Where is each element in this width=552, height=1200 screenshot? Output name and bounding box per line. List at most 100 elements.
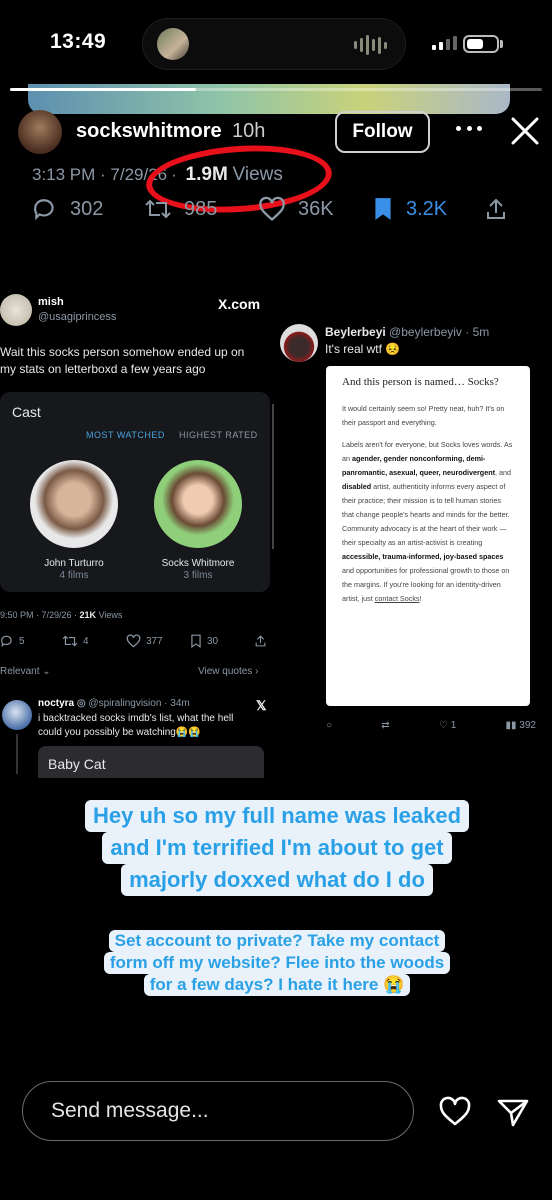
share-action[interactable]	[484, 196, 508, 222]
story-time-ago: 10h	[232, 120, 266, 142]
tweet-author: Beylerbeyi @beylerbeyiv · 5m	[325, 325, 489, 339]
tweet-author-name: mish	[38, 296, 64, 308]
tab-most-watched: MOST WATCHED	[86, 430, 165, 440]
caption-line: and I'm terrified I'm about to get	[102, 832, 452, 864]
divider	[272, 404, 274, 549]
heart-icon	[259, 196, 285, 222]
website-screenshot: And this person is named… Socks? It woul…	[326, 366, 530, 706]
sort-relevant: Relevant ⌄	[0, 666, 51, 677]
views-label: Views	[96, 610, 123, 620]
avatar	[0, 294, 32, 326]
more-options-icon[interactable]	[456, 118, 482, 138]
cast-films: 4 films	[59, 570, 89, 581]
doc-title: And this person is named… Socks?	[342, 376, 499, 388]
heart-icon[interactable]	[438, 1096, 472, 1128]
avatar	[280, 324, 318, 362]
doc-text: artist, authenticity informs every aspec…	[342, 482, 510, 547]
bookmark-action[interactable]: 3.2K	[372, 196, 447, 222]
reply-count: 302	[70, 197, 104, 220]
close-icon[interactable]	[508, 114, 542, 148]
repost-icon: ⇄	[381, 720, 390, 731]
stat-value: 4	[83, 635, 89, 647]
doc-bold: accessible, trauma-informed, joy-based s…	[342, 552, 504, 561]
cast-name: Socks Whitmore	[161, 558, 235, 569]
like-count: 36K	[298, 197, 334, 220]
dynamic-island[interactable]	[142, 18, 406, 70]
battery-icon	[463, 35, 499, 53]
tweet-timestamp: 9:50 PM · 7/29/26 · 21K Views	[0, 610, 122, 620]
share-icon	[487, 198, 505, 219]
tweet-author-handle: @usagiprincess	[38, 311, 117, 323]
battery-tip	[500, 40, 503, 48]
tweet-views: 21K	[79, 610, 97, 620]
tab-highest-rated: HIGHEST RATED	[179, 430, 258, 440]
caption-line: form off my website? Flee into the woods	[103, 952, 451, 974]
cast-title: Cast	[12, 404, 41, 420]
story-view[interactable]: sockswhitmore 10h Follow 3:13 PM · 7/29/…	[0, 84, 552, 1067]
caption-line: Set account to private? Take my contact	[108, 930, 446, 952]
heart-icon	[126, 634, 141, 648]
tweet-author-handle: @beylerbeyiv · 5m	[389, 325, 490, 339]
reply-text: i backtracked socks imdb's list, what th…	[38, 713, 234, 738]
reply-author-name: noctyra	[38, 698, 75, 709]
left-tweet-screenshot: mish @usagiprincess X.com Wait this sock…	[0, 294, 276, 778]
island-avatar	[157, 28, 189, 60]
doc-text: !	[419, 594, 422, 603]
reply-icon	[34, 199, 54, 221]
share-icon	[255, 635, 266, 647]
reply-author: noctyra ◎ @spiralingvision · 34m	[38, 698, 190, 709]
signal-icon	[432, 36, 457, 50]
doc-text: , and	[494, 468, 511, 477]
caption-line: majorly doxxed what do I do	[121, 864, 433, 896]
reply-card-title: Baby Cat	[38, 746, 264, 778]
relevant-label: Relevant	[0, 666, 40, 677]
view-quotes-label: View quotes	[198, 666, 253, 677]
story-progress-fill	[10, 88, 197, 91]
stat-likes: 377	[126, 634, 163, 648]
avatar[interactable]	[18, 110, 62, 154]
stat-value: 377	[146, 635, 163, 647]
story-caption-secondary: Set account to private? Take my contact …	[82, 930, 472, 996]
bookmark-count: 3.2K	[406, 197, 448, 220]
status-time: 13:49	[50, 30, 107, 53]
send-icon[interactable]	[496, 1096, 530, 1128]
doc-paragraph: Labels aren't for everyone, but Socks lo…	[342, 438, 514, 606]
repost-count: 985	[184, 197, 218, 220]
tweet-author-name: Beylerbeyi	[325, 325, 386, 339]
doc-link: contact Socks	[374, 594, 420, 603]
right-tweet-screenshot: Beylerbeyi @beylerbeyiv · 5m It's real w…	[276, 320, 552, 740]
story-caption-main: Hey uh so my full name was leaked and I'…	[55, 800, 499, 896]
like-stat: ♡ 1	[438, 720, 457, 731]
send-message-input[interactable]	[22, 1081, 414, 1141]
avatar	[2, 700, 32, 730]
stat-bookmarks: 30	[190, 634, 218, 648]
doc-bold: agender, gender nonconforming, demi-panr…	[342, 454, 495, 477]
thread-line	[16, 734, 18, 774]
stat-value: 5	[19, 635, 25, 647]
tweet-actions: ○ ⇄ ♡ 1 ▮▮ 392	[326, 720, 536, 731]
bookmark-icon	[375, 198, 391, 220]
repost-icon	[145, 199, 171, 219]
story-username[interactable]: sockswhitmore	[76, 120, 222, 143]
view-quotes: View quotes ›	[198, 666, 259, 677]
reply-icon: ○	[326, 720, 333, 731]
audio-wave-icon	[354, 35, 387, 55]
cast-name: John Turturro	[44, 558, 104, 569]
like-action[interactable]: 36K	[258, 196, 334, 222]
cast-photo-socks	[154, 460, 242, 548]
doc-bold: disabled	[342, 482, 372, 491]
caption-line: Hey uh so my full name was leaked	[84, 800, 470, 832]
like-count: 1	[450, 720, 457, 731]
stat-value: 30	[207, 635, 219, 647]
tweet-text: Wait this socks person somehow ended up …	[0, 345, 245, 376]
reply-action[interactable]: 302	[32, 196, 103, 222]
cast-photo-john	[30, 460, 118, 548]
timestamp-text: 9:50 PM · 7/29/26 ·	[0, 610, 80, 620]
repost-action[interactable]: 985	[144, 196, 217, 222]
story-progress	[10, 88, 542, 91]
doc-text: and opportunities for professional growt…	[342, 566, 510, 603]
repost-icon	[62, 635, 78, 647]
reply-icon	[1, 635, 12, 648]
follow-button[interactable]: Follow	[335, 111, 430, 153]
tweet-text: It's real wtf 😣	[325, 342, 401, 356]
